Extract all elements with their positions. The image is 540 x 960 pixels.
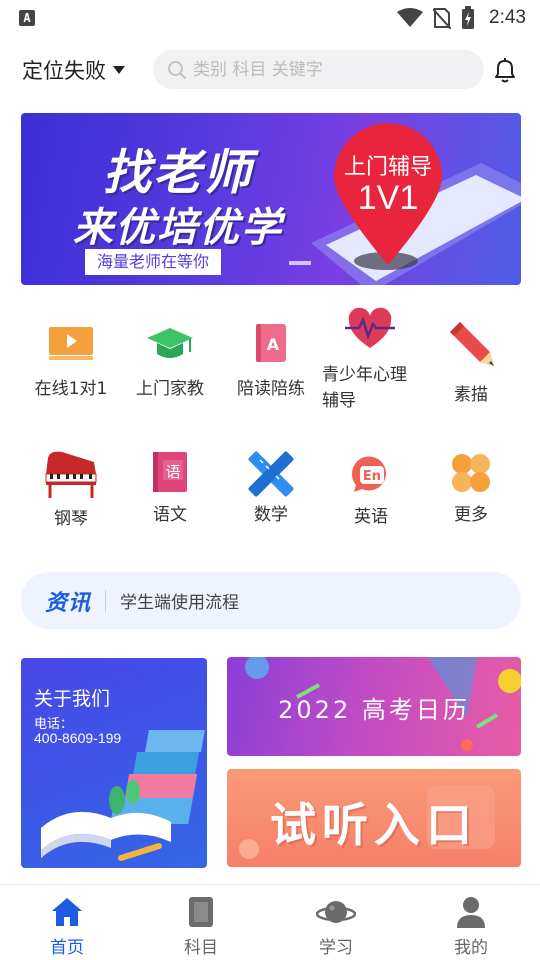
bottom-nav: 首页 科目 学习 我的 — [0, 884, 540, 960]
category-label: 英语 — [354, 507, 388, 527]
heart-pulse-icon — [345, 307, 395, 348]
category-sketch[interactable]: 素描 — [421, 318, 521, 408]
category-math[interactable]: 数学 — [221, 448, 321, 528]
banner-pin-line1: 上门辅导 — [343, 155, 432, 180]
status-icons: 2:43 — [397, 6, 526, 30]
calendar-title: 2022 高考日历 — [278, 696, 470, 724]
category-more[interactable]: 更多 — [421, 448, 521, 528]
piano-icon — [45, 451, 97, 498]
category-label: 陪读陪练 — [237, 379, 305, 399]
category-label: 在线1对1 — [34, 379, 108, 399]
nav-label: 首页 — [50, 938, 84, 958]
nav-label: 科目 — [184, 938, 218, 958]
battery-charging-icon — [462, 6, 475, 29]
nav-subjects[interactable]: 科目 — [151, 895, 251, 958]
category-label: 青少年心理 辅导 — [322, 365, 407, 411]
nav-study[interactable]: 学习 — [286, 895, 386, 958]
planet-icon — [316, 901, 356, 923]
category-english[interactable]: En 英语 — [321, 448, 421, 530]
category-label: 数学 — [254, 505, 288, 525]
video-play-icon — [49, 327, 93, 360]
category-label: 钢琴 — [54, 509, 88, 529]
search-input[interactable] — [193, 59, 463, 80]
exam-calendar-card[interactable]: 2022 高考日历 — [227, 657, 521, 756]
banner-title-line2: 来优培优学 — [73, 205, 283, 251]
pencil-icon — [450, 322, 494, 366]
nav-profile[interactable]: 我的 — [421, 895, 521, 958]
graduation-cap-icon — [147, 328, 193, 358]
trial-title: 试听入口 — [270, 798, 478, 852]
status-bar: A 2:43 — [0, 0, 540, 36]
banner-subtitle: 海量老师在等你 — [85, 249, 222, 275]
search-icon — [168, 60, 186, 79]
category-youth-psychology[interactable]: 青少年心理 辅导 — [320, 304, 420, 414]
category-label: 更多 — [454, 505, 488, 525]
category-label: 语文 — [153, 505, 187, 525]
banner-title-line1: 找老师 — [103, 145, 254, 201]
news-tag: 资讯 — [45, 590, 92, 616]
svg-text:语: 语 — [165, 463, 180, 481]
category-study-companion[interactable]: A 陪读陪练 — [221, 318, 321, 402]
category-chinese[interactable]: 语 语文 — [120, 448, 220, 528]
home-icon — [52, 898, 82, 926]
category-label: 素描 — [454, 385, 488, 405]
category-online-1v1[interactable]: 在线1对1 — [21, 318, 121, 402]
location-selector[interactable]: 定位失败 — [22, 56, 126, 84]
svg-text:A: A — [267, 335, 280, 354]
no-sim-icon — [433, 8, 452, 29]
trial-entry-card[interactable]: 试听入口 — [227, 769, 521, 867]
chinese-book-icon: 语 — [153, 452, 187, 492]
english-bubble-icon: En — [351, 456, 386, 492]
banner-pin-line2: 1V1 — [357, 179, 419, 217]
news-bar[interactable]: 资讯 学生端使用流程 — [21, 572, 521, 629]
clock: 2:43 — [489, 7, 526, 28]
svg-text:En: En — [363, 469, 381, 484]
category-home-tutor[interactable]: 上门家教 — [120, 318, 220, 402]
news-divider — [105, 589, 107, 612]
about-us-card[interactable]: 关于我们 电话： 400-8609-199 — [21, 658, 207, 868]
user-icon — [457, 897, 485, 928]
wifi-icon — [397, 8, 424, 27]
ruler-pencil-icon — [248, 451, 294, 497]
nav-label: 我的 — [454, 938, 488, 958]
caret-down-icon — [113, 66, 125, 74]
about-phone-number[interactable]: 400-8609-199 — [34, 730, 121, 746]
app-notification-icon: A — [19, 10, 35, 26]
nav-home[interactable]: 首页 — [17, 895, 117, 958]
more-grid-icon — [452, 454, 490, 492]
promo-banner[interactable]: 上门辅导 1V1 找老师 来优培优学 海量老师在等你 — [21, 113, 521, 285]
category-label: 上门家教 — [136, 379, 204, 399]
book-icon — [189, 897, 213, 927]
book-a-icon: A — [256, 324, 286, 362]
nav-label: 学习 — [319, 938, 353, 958]
bell-icon[interactable] — [490, 55, 520, 85]
about-title: 关于我们 — [34, 688, 111, 710]
category-piano[interactable]: 钢琴 — [21, 448, 121, 532]
location-label: 定位失败 — [22, 59, 106, 83]
news-headline[interactable]: 学生端使用流程 — [120, 588, 239, 613]
search-bar[interactable] — [153, 50, 484, 89]
